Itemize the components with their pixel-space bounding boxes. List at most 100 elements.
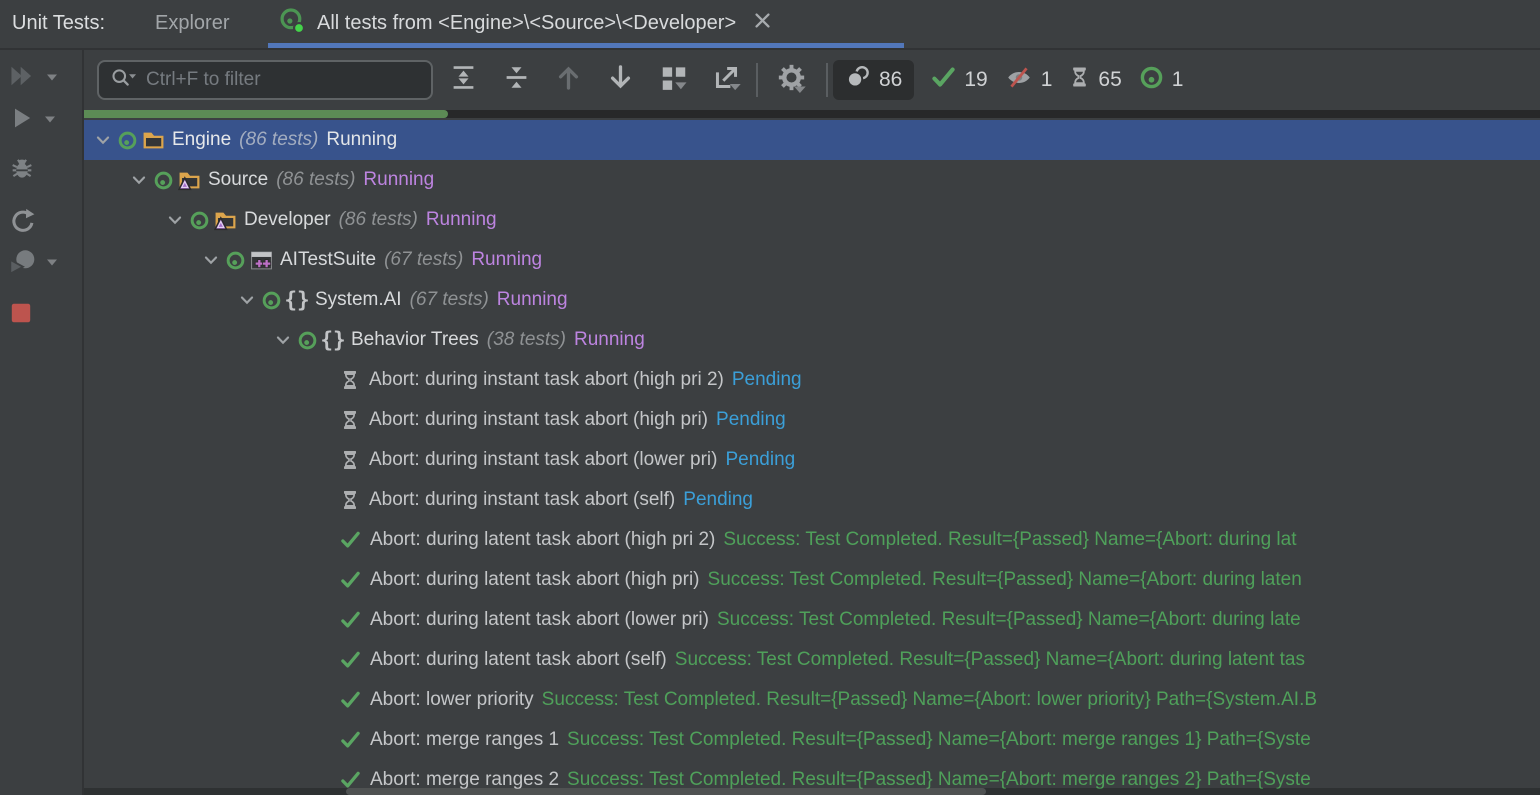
next-difference-icon [606, 63, 635, 97]
passed-check-icon [340, 530, 361, 550]
test-count: (86 tests) [339, 209, 418, 231]
run-selected-icon [8, 104, 36, 137]
cover-icon [8, 247, 38, 280]
run-selected-button[interactable] [8, 104, 76, 136]
test-status: Running [497, 289, 568, 311]
test-status: Success: Test Completed. Result={Passed}… [708, 569, 1302, 591]
previous-difference-icon [554, 63, 583, 97]
tree-row[interactable]: Abort: during latent task abort (self)Su… [84, 640, 1540, 680]
test-name: Abort: during latent task abort (self) [370, 649, 667, 671]
tab-all-tests[interactable]: All tests from <Engine>\<Source>\<Develo… [278, 0, 772, 46]
all-tests-counter[interactable]: 86 [833, 60, 914, 100]
test-name: Abort: during latent task abort (high pr… [370, 569, 700, 591]
all-tests-count: 86 [879, 68, 902, 92]
dropdown-arrow-icon[interactable] [46, 69, 58, 87]
pending-counter[interactable]: 65 [1069, 65, 1121, 95]
tree-row[interactable]: Abort: lower prioritySuccess: Test Compl… [84, 680, 1540, 720]
tree-row[interactable]: Abort: during instant task abort (high p… [84, 400, 1540, 440]
test-status: Success: Test Completed. Result={Passed}… [567, 729, 1311, 751]
chevron-down-icon[interactable] [94, 131, 112, 149]
tab-explorer[interactable]: Explorer [155, 0, 229, 46]
filter-box[interactable] [97, 60, 433, 100]
toolbar-separator [826, 63, 828, 97]
chevron-down-icon[interactable] [166, 211, 184, 229]
tree-row[interactable]: Source (86 tests) Running [84, 160, 1540, 200]
settings-button[interactable] [775, 64, 807, 96]
test-count: (67 tests) [410, 289, 489, 311]
horizontal-scrollbar-track[interactable] [84, 788, 1540, 795]
debug-button[interactable] [8, 154, 76, 186]
close-tab-icon[interactable] [753, 11, 772, 35]
test-status: Pending [716, 409, 786, 431]
debug-icon [8, 154, 36, 187]
chevron-down-icon[interactable] [202, 251, 220, 269]
tree-row[interactable]: {}Behavior Trees(38 tests)Running [84, 320, 1540, 360]
test-name: Abort: during instant task abort (high p… [369, 409, 708, 431]
run-all-icon [8, 62, 38, 95]
ignored-icon [1005, 65, 1033, 96]
pending-hourglass-icon [340, 369, 360, 391]
pending-hourglass-icon [340, 409, 360, 431]
tree-row[interactable]: Developer(86 tests)Running [84, 200, 1540, 240]
dropdown-arrow-icon[interactable] [46, 254, 58, 272]
tree-row[interactable]: Abort: during latent task abort (lower p… [84, 600, 1540, 640]
passed-count: 19 [964, 68, 987, 92]
tests-toolbar: 86 19 1 65 1 [84, 50, 1540, 110]
export-button[interactable] [710, 64, 742, 96]
chevron-down-icon[interactable] [274, 331, 292, 349]
tree-row[interactable]: {}System.AI(67 tests)Running [84, 280, 1540, 320]
tree-row[interactable]: Abort: during instant task abort (self)P… [84, 480, 1540, 520]
filter-input[interactable] [146, 69, 396, 91]
test-run-progressbar [84, 110, 1540, 118]
tree-row[interactable]: Abort: merge ranges 1Success: Test Compl… [84, 720, 1540, 760]
test-count: (86 tests) [276, 169, 355, 191]
test-name: Source [208, 169, 268, 191]
next-difference-button[interactable] [604, 64, 636, 96]
test-status: Success: Test Completed. Result={Passed}… [717, 609, 1301, 631]
tree-row[interactable]: AITestSuite(67 tests)Running [84, 240, 1540, 280]
running-counter[interactable]: 1 [1139, 65, 1184, 96]
ignored-count: 1 [1041, 68, 1053, 92]
unreal-folder-icon [178, 170, 201, 191]
collapse-all-button[interactable] [500, 64, 532, 96]
horizontal-scrollbar-thumb[interactable] [346, 788, 986, 795]
stop-icon [8, 300, 34, 331]
namespace-icon: {} [322, 328, 344, 352]
group-by-button[interactable] [658, 64, 690, 96]
test-count: (86 tests) [239, 129, 318, 151]
dropdown-arrow-icon[interactable] [44, 111, 56, 129]
tab-title: All tests from <Engine>\<Source>\<Develo… [317, 12, 736, 35]
running-test-icon [117, 130, 138, 151]
toolbar-separator [756, 63, 758, 97]
running-session-icon [278, 7, 306, 40]
passed-check-icon [340, 770, 361, 790]
rerun-button[interactable] [8, 207, 76, 239]
test-name: System.AI [315, 289, 402, 311]
tree-row[interactable]: Abort: during instant task abort (lower … [84, 440, 1540, 480]
ignored-counter[interactable]: 1 [1005, 65, 1053, 96]
previous-difference-button[interactable] [552, 64, 584, 96]
tree-row[interactable]: Abort: during latent task abort (high pr… [84, 520, 1540, 560]
passed-counter[interactable]: 19 [931, 66, 987, 95]
progress-fill [84, 110, 448, 118]
test-status: Pending [683, 489, 753, 511]
pending-hourglass-icon [340, 489, 360, 511]
test-status: Running [426, 209, 497, 231]
top-tab-bar: Unit Tests: Explorer All tests from <Eng… [0, 0, 1540, 50]
active-tab-underline [268, 43, 904, 48]
tree-row[interactable]: Abort: during latent task abort (high pr… [84, 560, 1540, 600]
test-status: Pending [732, 369, 802, 391]
run-all-button[interactable] [8, 62, 76, 94]
tree-row[interactable]: Abort: during instant task abort (high p… [84, 360, 1540, 400]
running-test-icon [261, 290, 282, 311]
tree-row[interactable]: Engine(86 tests)Running [84, 120, 1540, 160]
test-status: Running [326, 129, 397, 151]
unit-tests-sidebar [0, 50, 84, 795]
chevron-down-icon[interactable] [130, 171, 148, 189]
cover-button[interactable] [8, 247, 76, 279]
expand-all-button[interactable] [447, 64, 479, 96]
stop-button[interactable] [8, 299, 76, 331]
chevron-down-icon[interactable] [238, 291, 256, 309]
test-status: Running [363, 169, 434, 191]
test-status: Success: Test Completed. Result={Passed}… [542, 689, 1317, 711]
